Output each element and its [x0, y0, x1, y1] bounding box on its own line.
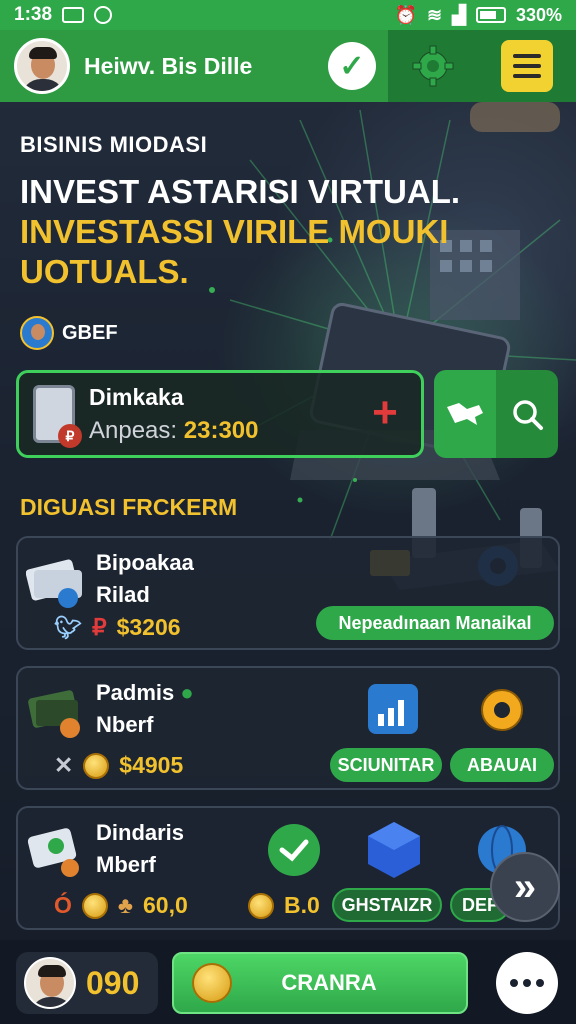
- item-action-button[interactable]: SCIUNITAR: [330, 748, 442, 782]
- item-name: Bipoakaa: [96, 550, 194, 575]
- hero-title: INVEST ASTARISI VIRTUAL. INVESTASSI VIRI…: [20, 172, 560, 292]
- author-avatar: [20, 316, 54, 350]
- item-action-button[interactable]: ABAUAI: [450, 748, 554, 782]
- settings-icon: [481, 689, 523, 731]
- gallery-icon: [62, 7, 85, 23]
- search-button[interactable]: [496, 370, 558, 458]
- item-sub: Mberf: [96, 852, 156, 877]
- next-fab-button[interactable]: »: [490, 852, 560, 922]
- item-amount: $4905: [119, 752, 184, 778]
- ruble-icon: ₽: [91, 614, 107, 640]
- bottom-bar: 090 CRANRA: [0, 940, 576, 1024]
- item-sub: Rilad: [96, 582, 150, 607]
- username: Heiwv. Bis Dille: [84, 52, 253, 79]
- banknotes-icon: [26, 684, 84, 738]
- map-icon: [447, 403, 483, 425]
- status-time: 1:38: [14, 4, 53, 25]
- author-chip[interactable]: GBEF: [20, 316, 118, 350]
- messenger-icon: [94, 6, 113, 24]
- wallet-phone-icon: [33, 385, 82, 448]
- chevron-right-icon: »: [513, 864, 537, 909]
- settings-gear-button[interactable]: [411, 44, 455, 88]
- coin-icon: [192, 963, 232, 1003]
- battery-icon: [475, 7, 506, 23]
- item-amount-secondary: B.0: [284, 892, 320, 918]
- bar-chart-icon: [368, 684, 418, 734]
- list-item[interactable]: Padmis ● Nberf ✕ $4905 SCIUNITAR ABAUAI: [16, 666, 560, 790]
- list-item[interactable]: Dindaris Mberf Ó ♣ 60,0 B.0 GHSTAIZR DEF: [16, 806, 560, 930]
- payment-card-icon: [26, 824, 84, 877]
- account-card[interactable]: Dimkaka Anpeas: 23:300 +: [16, 370, 424, 458]
- item-amount: $3206: [116, 614, 181, 640]
- app-header: Heiwv. Bis Dille ✓: [0, 30, 576, 102]
- player-score: 090: [86, 964, 140, 1001]
- item-amount: 60,0: [142, 892, 188, 918]
- coin-icon: [83, 752, 110, 779]
- add-funds-button[interactable]: +: [365, 391, 405, 435]
- profile-avatar[interactable]: [14, 38, 70, 94]
- coin-icon: [81, 892, 108, 919]
- hero-title-line3: UOTUALS.: [20, 253, 189, 290]
- cube-icon: [368, 822, 420, 878]
- wifi-icon: ≋: [427, 4, 443, 25]
- list-title: DIGUASI FRCKERM: [20, 494, 238, 520]
- player-chip[interactable]: 090: [16, 952, 158, 1014]
- coins-icon: ♣: [117, 892, 133, 918]
- leaf-icon: ●: [180, 680, 194, 705]
- hero-title-line2: INVESTASSI VIRILE MOUKI: [20, 213, 449, 250]
- balance-label: Anpeas:: [89, 416, 178, 444]
- confirm-icon: [268, 824, 320, 876]
- close-icon: ✕: [54, 752, 74, 778]
- section-label: BISINIS MIODASI: [20, 132, 208, 157]
- primary-action-label: CRANRA: [281, 970, 377, 995]
- author-name: GBEF: [62, 321, 118, 344]
- more-options-button[interactable]: [496, 952, 558, 1014]
- item-action-button[interactable]: Nepeadınaan Manaikal: [316, 606, 554, 640]
- item-name: Padmis ●: [96, 680, 194, 705]
- hero-title-line1: INVEST ASTARISI VIRTUAL.: [20, 173, 461, 210]
- status-bar: 1:38 ⏰ ≋ ▟ 330%: [0, 0, 576, 30]
- primary-action-button[interactable]: CRANRA: [172, 952, 468, 1014]
- quick-actions: [434, 370, 558, 458]
- battery-level: 330%: [515, 4, 562, 25]
- item-action-button[interactable]: GHSTAIZR: [332, 888, 442, 922]
- transfer-button[interactable]: [434, 370, 496, 458]
- verified-check-button[interactable]: ✓: [328, 42, 376, 90]
- menu-button[interactable]: [501, 40, 553, 92]
- item-sub: Nberf: [96, 712, 154, 737]
- item-name: Dindaris: [96, 820, 185, 845]
- coin-icon: [248, 892, 274, 919]
- twitter-icon: 🐦︎: [54, 614, 82, 640]
- card-stack-icon: [25, 554, 84, 608]
- player-avatar: [24, 957, 76, 1009]
- timer-icon: Ó: [54, 892, 72, 918]
- gear-icon: [412, 45, 454, 87]
- alarm-icon: ⏰: [394, 4, 418, 25]
- balance-value: 23:300: [183, 416, 259, 444]
- list-item[interactable]: Bipoakaa Rilad 🐦︎ ₽ $3206 Nepeadınaan Ma…: [16, 536, 560, 650]
- search-icon: [513, 400, 543, 430]
- account-name: Dimkaka: [89, 383, 184, 410]
- signal-icon: ▟: [452, 4, 466, 25]
